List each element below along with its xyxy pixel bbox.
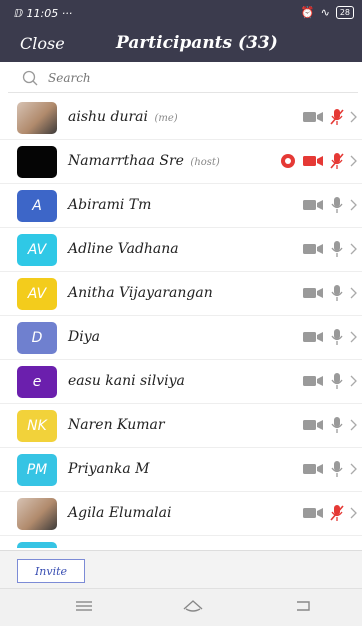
mic-muted-icon[interactable] bbox=[330, 152, 344, 170]
participant-row[interactable]: aishu durai (me) bbox=[0, 96, 362, 140]
participant-name: Naren Kumar bbox=[68, 417, 165, 433]
video-off-icon[interactable] bbox=[302, 506, 324, 520]
chevron-right-icon[interactable] bbox=[350, 463, 358, 475]
mic-icon[interactable] bbox=[330, 328, 344, 346]
mic-muted-icon[interactable] bbox=[330, 108, 344, 126]
close-button[interactable]: Close bbox=[20, 34, 65, 53]
avatar bbox=[17, 146, 57, 178]
mic-icon[interactable] bbox=[330, 372, 344, 390]
back-icon[interactable] bbox=[292, 597, 314, 615]
alarm-icon: ⏰ bbox=[300, 6, 315, 19]
participant-name: Abirami Tm bbox=[68, 197, 152, 213]
chevron-right-icon[interactable] bbox=[350, 375, 358, 387]
recording-icon bbox=[281, 154, 295, 168]
search-input[interactable] bbox=[46, 70, 300, 86]
avatar: AV bbox=[17, 278, 57, 310]
role-tag: (host) bbox=[190, 157, 220, 168]
participant-name: Anitha Vijayarangan bbox=[68, 285, 213, 301]
video-off-icon[interactable] bbox=[302, 374, 324, 388]
video-off-icon[interactable] bbox=[302, 154, 324, 168]
avatar: A bbox=[17, 190, 57, 222]
mic-icon[interactable] bbox=[330, 240, 344, 258]
battery-icon: 28 bbox=[335, 6, 354, 19]
role-tag: (me) bbox=[154, 113, 178, 124]
status-bar: ⅅ 11:05 ··· ⏰ ∿ 28 bbox=[0, 0, 362, 28]
chevron-right-icon[interactable] bbox=[350, 243, 358, 255]
home-icon[interactable] bbox=[182, 597, 204, 615]
mic-icon[interactable] bbox=[330, 284, 344, 302]
participant-controls bbox=[302, 196, 358, 214]
participant-controls bbox=[302, 372, 358, 390]
title-bar: Close Participants (33) bbox=[0, 28, 362, 62]
video-off-icon[interactable] bbox=[302, 242, 324, 256]
participant-row[interactable]: NK Naren Kumar bbox=[0, 404, 362, 448]
participant-controls bbox=[302, 460, 358, 478]
avatar: D bbox=[17, 322, 57, 354]
mic-icon[interactable] bbox=[330, 196, 344, 214]
participant-row[interactable]: Agila Elumalai bbox=[0, 492, 362, 536]
participant-controls bbox=[280, 152, 358, 170]
chevron-right-icon[interactable] bbox=[350, 419, 358, 431]
video-off-icon[interactable] bbox=[302, 330, 324, 344]
participant-controls bbox=[302, 328, 358, 346]
participant-row[interactable]: ANAkshaya Narayanan bbox=[0, 536, 362, 548]
chevron-right-icon[interactable] bbox=[350, 507, 358, 519]
participant-name: Adline Vadhana bbox=[68, 241, 179, 257]
avatar: AV bbox=[17, 234, 57, 266]
participant-controls bbox=[302, 108, 358, 126]
participant-controls bbox=[302, 240, 358, 258]
system-nav-bar bbox=[0, 588, 362, 626]
participant-row[interactable]: D Diya bbox=[0, 316, 362, 360]
mic-icon[interactable] bbox=[330, 460, 344, 478]
participant-name: Priyanka M bbox=[68, 461, 150, 477]
video-off-icon[interactable] bbox=[302, 286, 324, 300]
participant-row[interactable]: A Abirami Tm bbox=[0, 184, 362, 228]
invite-button[interactable]: Invite bbox=[17, 559, 85, 583]
chevron-right-icon[interactable] bbox=[350, 331, 358, 343]
chevron-right-icon[interactable] bbox=[350, 199, 358, 211]
video-off-icon[interactable] bbox=[302, 418, 324, 432]
participant-row[interactable]: e easu kani silviya bbox=[0, 360, 362, 404]
video-off-icon[interactable] bbox=[302, 462, 324, 476]
status-time: ⅅ 11:05 ··· bbox=[14, 7, 73, 20]
mic-muted-icon[interactable] bbox=[330, 504, 344, 522]
avatar bbox=[17, 498, 57, 530]
avatar: e bbox=[17, 366, 57, 398]
avatar bbox=[17, 102, 57, 134]
chevron-right-icon[interactable] bbox=[350, 287, 358, 299]
participant-controls bbox=[302, 284, 358, 302]
participant-row[interactable]: AV Adline Vadhana bbox=[0, 228, 362, 272]
participant-controls bbox=[302, 504, 358, 522]
avatar: PM bbox=[17, 454, 57, 486]
video-off-icon[interactable] bbox=[302, 110, 324, 124]
participant-row[interactable]: AV Anitha Vijayarangan bbox=[0, 272, 362, 316]
participant-list[interactable]: aishu durai (me) Namarrthaa Sre (host) A Ab… bbox=[0, 96, 362, 548]
menu-icon[interactable] bbox=[73, 597, 95, 615]
participant-row[interactable]: Namarrthaa Sre (host) bbox=[0, 140, 362, 184]
participant-name: Diya bbox=[68, 329, 100, 345]
page-title: Participants (33) bbox=[116, 33, 278, 53]
video-off-icon[interactable] bbox=[302, 198, 324, 212]
avatar: AN bbox=[17, 542, 57, 548]
footer-bar: Invite bbox=[0, 550, 362, 589]
participant-name: Namarrthaa Sre (host) bbox=[68, 153, 220, 169]
status-icons: ⏰ ∿ 28 bbox=[301, 6, 354, 19]
participant-row[interactable]: PM Priyanka M bbox=[0, 448, 362, 492]
wifi-icon: ∿ bbox=[320, 6, 330, 19]
chevron-right-icon[interactable] bbox=[350, 111, 358, 123]
participant-name: Agila Elumalai bbox=[68, 505, 172, 521]
participant-name: easu kani silviya bbox=[68, 373, 185, 389]
mic-icon[interactable] bbox=[330, 416, 344, 434]
search-bar[interactable] bbox=[8, 64, 358, 93]
participant-name: aishu durai (me) bbox=[68, 109, 178, 125]
signal-icon: ⅅ bbox=[14, 7, 24, 20]
chevron-right-icon[interactable] bbox=[350, 155, 358, 167]
search-icon bbox=[22, 70, 38, 86]
avatar: NK bbox=[17, 410, 57, 442]
participant-controls bbox=[302, 416, 358, 434]
